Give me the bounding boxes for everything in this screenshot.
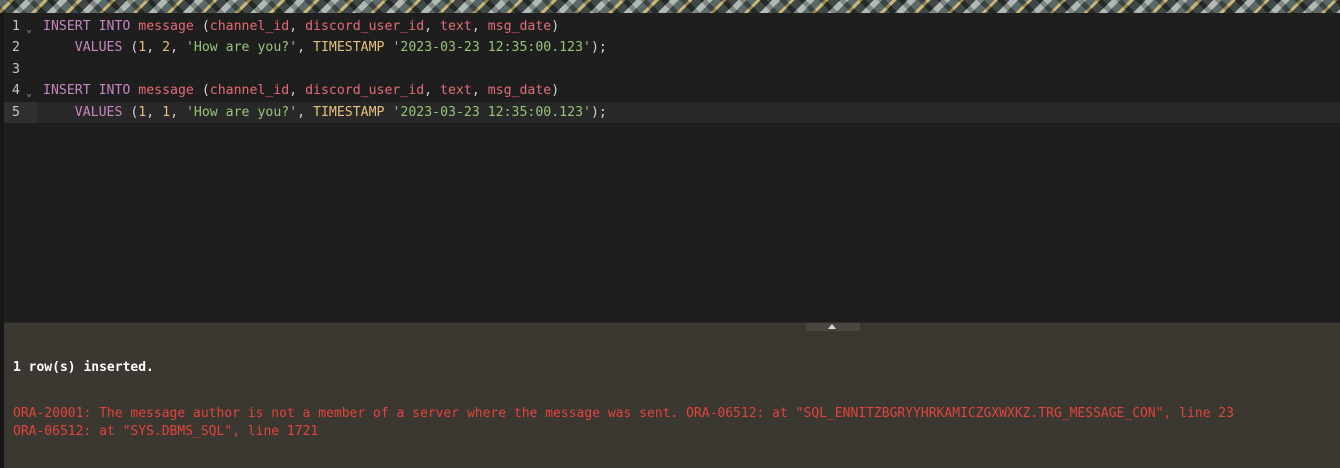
code-text-4: INSERT INTO message (channel_id, discord…	[43, 83, 560, 98]
sql-editor[interactable]: 1 ⌄ INSERT INTO message (channel_id, dis…	[4, 13, 1340, 322]
code-line-1[interactable]: 1 ⌄ INSERT INTO message (channel_id, dis…	[4, 16, 1340, 37]
line-number-3: 3	[12, 62, 20, 77]
error-line-2: ORA-06512: at "SYS.DBMS_SQL", line 1721	[13, 424, 319, 439]
code-line-5-active[interactable]: 5 VALUES (1, 1, 'How are you?', TIMESTAM…	[4, 102, 1340, 123]
success-message: 1 row(s) inserted.	[13, 360, 154, 375]
error-line-1: ORA-20001: The message author is not a m…	[13, 406, 1234, 421]
error-message: ORA-20001: The message author is not a m…	[13, 405, 1234, 441]
code-text-1: INSERT INTO message (channel_id, discord…	[43, 19, 560, 34]
active-line-gutter	[4, 102, 37, 123]
line-number-4: 4	[12, 83, 20, 98]
code-line-3[interactable]: 3	[4, 59, 1340, 80]
results-panel: 1 row(s) inserted. ORA-20001: The messag…	[4, 322, 1340, 468]
fold-chevron-icon[interactable]: ⌄	[26, 83, 32, 104]
code-line-4[interactable]: 4 ⌄ INSERT INTO message (channel_id, dis…	[4, 80, 1340, 101]
code-line-2[interactable]: 2 VALUES (1, 2, 'How are you?', TIMESTAM…	[4, 37, 1340, 58]
line-number-5: 5	[12, 105, 20, 120]
line-number-1: 1	[12, 19, 20, 34]
banner-pattern	[0, 0, 1340, 13]
panel-resize-handle[interactable]	[806, 323, 860, 331]
code-text-5: VALUES (1, 1, 'How are you?', TIMESTAMP …	[74, 105, 607, 120]
code-text-2: VALUES (1, 2, 'How are you?', TIMESTAMP …	[74, 40, 607, 55]
collapse-up-icon[interactable]	[828, 324, 836, 329]
line-number-2: 2	[12, 40, 20, 55]
